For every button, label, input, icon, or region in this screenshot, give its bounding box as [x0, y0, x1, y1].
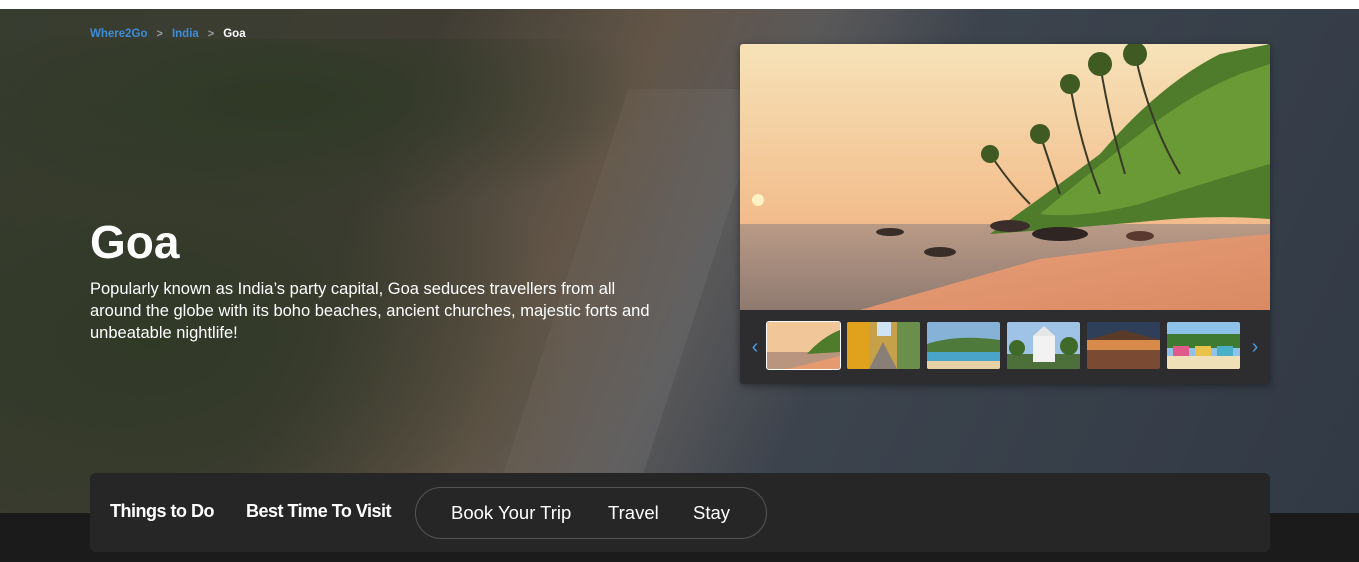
- breadcrumb: Where2Go > India > Goa: [90, 28, 246, 40]
- chevron-left-icon[interactable]: ‹: [746, 336, 764, 358]
- nav-pill-group: Book Your Trip Travel Stay: [415, 487, 767, 539]
- nav-best-time-to-visit[interactable]: Best Time To Visit: [246, 501, 392, 522]
- breadcrumb-separator-icon: >: [156, 28, 163, 40]
- top-strip: [0, 0, 1359, 9]
- section-nav: Things to Do Best Time To Visit Book You…: [90, 473, 1270, 552]
- breadcrumb-where2go[interactable]: Where2Go: [90, 28, 148, 40]
- thumbnail-beach-sunset[interactable]: [766, 321, 841, 370]
- nav-things-to-do[interactable]: Things to Do: [110, 501, 214, 522]
- page-title: Goa: [90, 216, 180, 268]
- thumbnail-beach-coastline[interactable]: [927, 322, 1000, 369]
- thumbnail-beach-huts-image: [1167, 322, 1240, 369]
- nav-book-your-trip[interactable]: Book Your Trip: [451, 502, 571, 524]
- thumbnail-white-church-image: [1007, 322, 1080, 369]
- thumbnail-colorful-street[interactable]: [847, 322, 920, 369]
- breadcrumb-goa: Goa: [223, 28, 246, 40]
- thumbnail-beach-sunset-image: [767, 322, 840, 369]
- nav-stay[interactable]: Stay: [693, 502, 730, 524]
- breadcrumb-separator-icon: >: [207, 28, 215, 40]
- chevron-right-icon[interactable]: ›: [1246, 336, 1264, 358]
- destination-description: Popularly known as India’s party capital…: [90, 280, 650, 342]
- main-photo: [740, 44, 1270, 310]
- thumbnail-beach-restaurant[interactable]: [1087, 322, 1160, 369]
- breadcrumb-india[interactable]: India: [172, 28, 199, 40]
- thumbnail-beach-restaurant-image: [1087, 322, 1160, 369]
- nav-travel[interactable]: Travel: [608, 502, 659, 524]
- thumbnail-white-church[interactable]: [1007, 322, 1080, 369]
- thumbnail-beach-coastline-image: [927, 322, 1000, 369]
- photo-gallery: ‹ ›: [740, 44, 1270, 384]
- thumbnail-strip: ‹ ›: [740, 310, 1270, 384]
- thumbnail-colorful-street-image: [847, 322, 920, 369]
- main-photo-beach-sunset: [740, 44, 1270, 310]
- thumbnail-beach-huts[interactable]: [1167, 322, 1240, 369]
